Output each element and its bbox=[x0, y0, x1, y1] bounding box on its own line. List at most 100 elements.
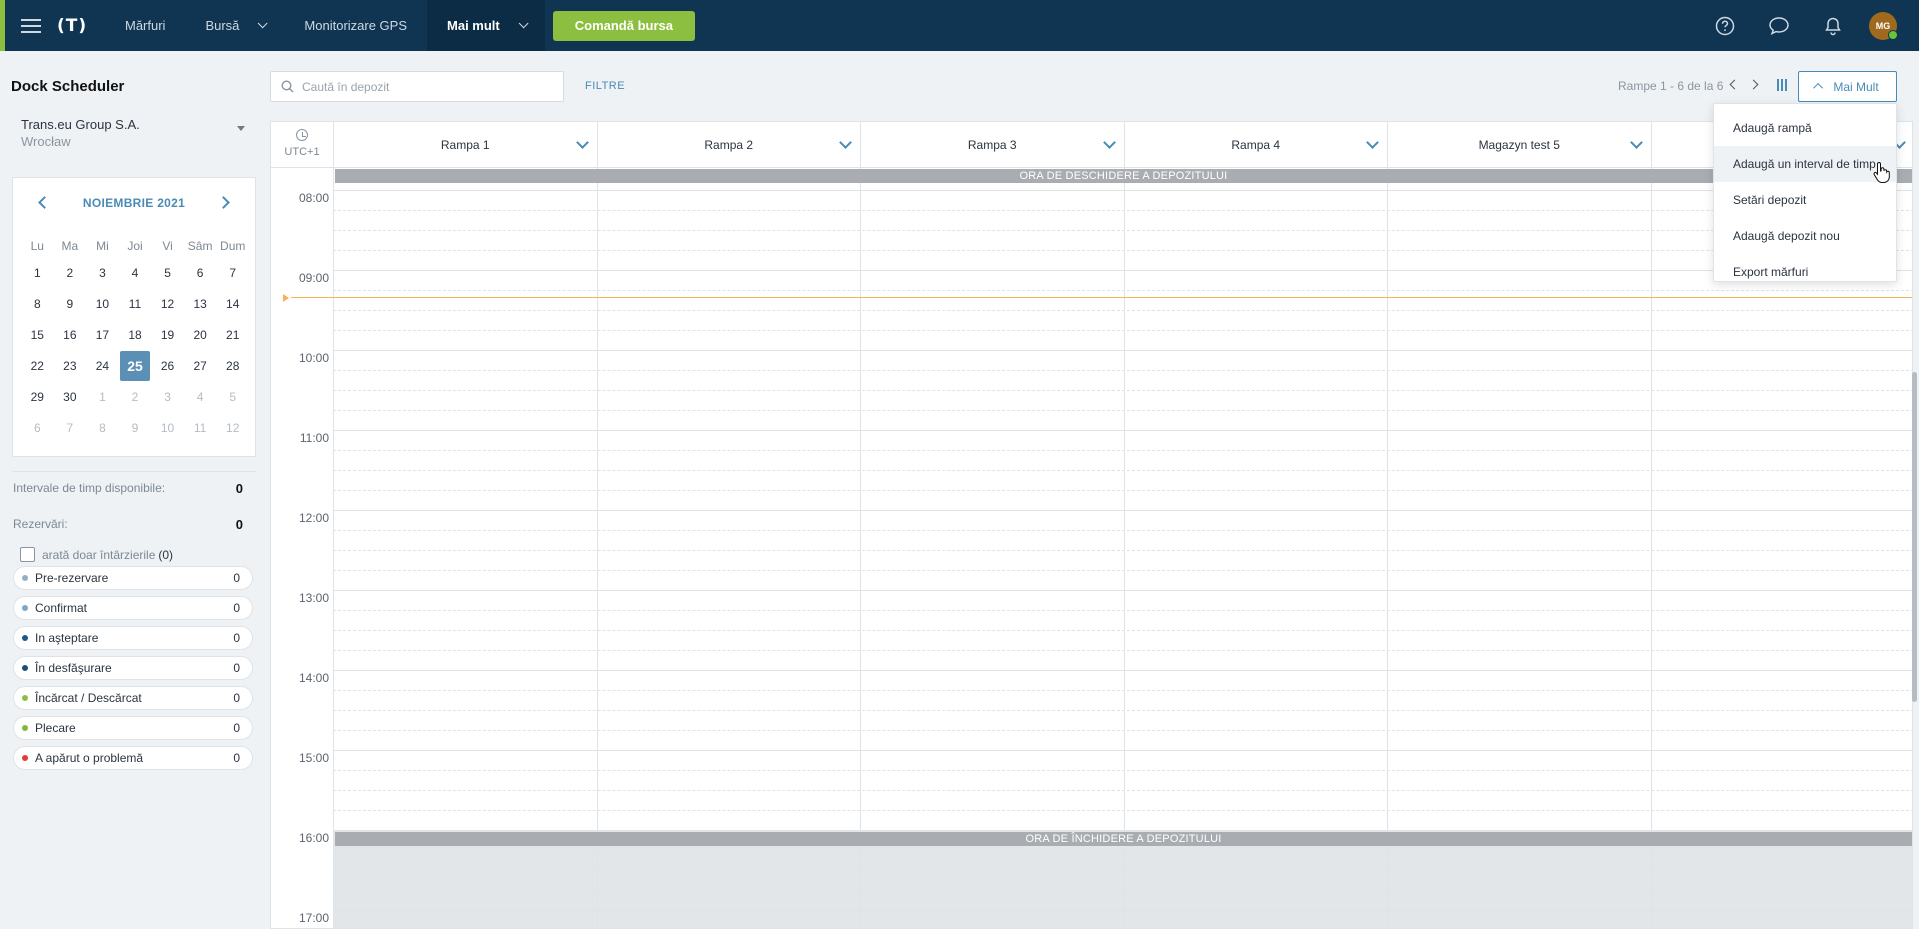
help-icon[interactable] bbox=[1707, 8, 1743, 44]
calendar-day[interactable]: 20 bbox=[184, 320, 217, 351]
calendar-day[interactable]: 8 bbox=[21, 289, 54, 320]
calendar-day[interactable]: 24 bbox=[86, 351, 119, 382]
menu-item-4[interactable]: Adaugă depozit nou bbox=[1714, 218, 1896, 254]
calendar-day[interactable]: 7 bbox=[216, 258, 249, 289]
chevron-down-icon[interactable] bbox=[839, 136, 852, 149]
calendar-day[interactable]: 19 bbox=[151, 320, 184, 351]
calendar-day[interactable]: 10 bbox=[151, 413, 184, 444]
ramp-column-header[interactable]: Rampa 2 bbox=[596, 122, 861, 168]
calendar-day[interactable]: 23 bbox=[54, 351, 87, 382]
vertical-scrollbar[interactable] bbox=[1912, 372, 1917, 702]
calendar-day[interactable]: 27 bbox=[184, 351, 217, 382]
checkbox-label: arată doar întârzierile bbox=[42, 547, 156, 562]
status-dot bbox=[22, 635, 28, 641]
chevron-down-icon[interactable] bbox=[1366, 136, 1379, 149]
bell-icon[interactable] bbox=[1815, 8, 1851, 44]
ramp-column-header[interactable]: Rampa 1 bbox=[333, 122, 597, 168]
chevron-down-icon[interactable] bbox=[1102, 136, 1116, 149]
calendar-day[interactable]: 5 bbox=[151, 258, 184, 289]
status-count: 0 bbox=[233, 751, 240, 765]
hour-label: 12:00 bbox=[298, 511, 329, 525]
ramp-column-header[interactable]: Rampa 3 bbox=[860, 122, 1124, 168]
calendar-day[interactable]: 2 bbox=[119, 382, 152, 413]
calendar-day[interactable]: 8 bbox=[86, 413, 119, 444]
calendar-day[interactable]: 7 bbox=[54, 413, 87, 444]
status-filter-6[interactable]: Plecare 0 bbox=[13, 716, 253, 740]
calendar-day[interactable]: 2 bbox=[54, 258, 87, 289]
day-number: 5 bbox=[164, 266, 171, 280]
day-number: 9 bbox=[131, 421, 139, 435]
calendar-day[interactable]: 1 bbox=[21, 258, 54, 289]
delays-checkbox[interactable] bbox=[20, 547, 35, 562]
calendar-day[interactable]: 29 bbox=[21, 382, 54, 413]
user-avatar[interactable]: MG bbox=[1869, 11, 1898, 40]
calendar-day[interactable]: 11 bbox=[184, 413, 217, 444]
status-filter-3[interactable]: In aşteptare 0 bbox=[13, 626, 253, 650]
calendar-day[interactable]: 11 bbox=[119, 289, 152, 320]
search-input[interactable] bbox=[302, 79, 542, 94]
chevron-left-icon[interactable] bbox=[1729, 79, 1740, 90]
ramp-column-header[interactable]: Rampa 4 bbox=[1123, 122, 1388, 168]
status-filter-7[interactable]: A apărut o problemă 0 bbox=[13, 746, 253, 770]
nav-item-3[interactable]: Monitorizare GPS bbox=[284, 0, 427, 51]
calendar-day[interactable]: 3 bbox=[86, 258, 119, 289]
calendar-day[interactable]: 30 bbox=[54, 382, 87, 413]
filters-link[interactable]: FILTRE bbox=[585, 80, 625, 92]
chevron-down-icon[interactable] bbox=[1629, 136, 1643, 149]
calendar-day[interactable]: 10 bbox=[86, 289, 119, 320]
status-label: Plecare bbox=[35, 721, 76, 735]
brand-logo[interactable]: (T) bbox=[57, 16, 105, 36]
more-button[interactable]: Mai Mult bbox=[1798, 71, 1897, 102]
chevron-right-icon[interactable] bbox=[1748, 79, 1759, 90]
calendar-day[interactable]: 6 bbox=[184, 258, 217, 289]
calendar-day[interactable]: 9 bbox=[54, 289, 87, 320]
status-filter-5[interactable]: Încărcat / Descărcat 0 bbox=[13, 686, 253, 710]
calendar-day[interactable]: 22 bbox=[21, 351, 54, 382]
calendar-day-selected[interactable]: 25 bbox=[119, 351, 152, 382]
chat-icon[interactable] bbox=[1761, 8, 1797, 44]
menu-item-2[interactable]: Adaugă un interval de timp bbox=[1714, 146, 1896, 182]
nav-item-2[interactable]: Bursă bbox=[185, 0, 284, 51]
calendar-day[interactable]: 13 bbox=[184, 289, 217, 320]
calendar-day[interactable]: 12 bbox=[216, 413, 249, 444]
hour-label: 11:00 bbox=[299, 431, 329, 445]
schedule-body[interactable]: 08:00 09:00 10:00 11:00 12:00 13:00 14:00 15:00… bbox=[271, 168, 1912, 928]
calendar-day[interactable]: 15 bbox=[21, 320, 54, 351]
delays-only-toggle[interactable]: arată doar întârzierile (0) bbox=[20, 547, 173, 562]
checkbox-count: (0) bbox=[158, 547, 174, 562]
menu-item-3[interactable]: Setări depozit bbox=[1714, 182, 1896, 218]
nav-item-1[interactable]: Mărfuri bbox=[105, 0, 185, 51]
company-selector[interactable]: Trans.eu Group S.A. Wrocław bbox=[21, 117, 245, 149]
menu-item-1[interactable]: Adaugă rampă bbox=[1714, 110, 1896, 146]
order-exchange-button[interactable]: Comandă bursa bbox=[552, 10, 695, 41]
columns-icon[interactable] bbox=[1777, 79, 1789, 91]
chevron-down-icon[interactable] bbox=[575, 136, 589, 149]
calendar-day[interactable]: 5 bbox=[216, 382, 249, 413]
calendar-day[interactable]: 9 bbox=[119, 413, 152, 444]
warehouse-search[interactable] bbox=[270, 71, 564, 102]
ramp-column-header[interactable]: Magazyn test 5 bbox=[1387, 122, 1651, 168]
calendar-day[interactable]: 21 bbox=[216, 320, 249, 351]
nav-item-4[interactable]: Mai mult bbox=[427, 0, 545, 51]
status-filter-1[interactable]: Pre-rezervare 0 bbox=[13, 566, 253, 590]
top-icons: MG bbox=[1707, 8, 1919, 44]
calendar-day[interactable]: 16 bbox=[54, 320, 87, 351]
status-filter-2[interactable]: Confirmat 0 bbox=[13, 596, 253, 620]
calendar-day[interactable]: 14 bbox=[216, 289, 249, 320]
calendar-day[interactable]: 18 bbox=[119, 320, 152, 351]
status-filter-4[interactable]: În desfăşurare 0 bbox=[13, 656, 253, 680]
hour-label: 10:00 bbox=[298, 351, 329, 365]
menu-item-5[interactable]: Export mărfuri bbox=[1714, 254, 1896, 290]
nav-item-label: Monitorizare GPS bbox=[304, 18, 408, 33]
calendar-day[interactable]: 28 bbox=[216, 351, 249, 382]
calendar-day[interactable]: 4 bbox=[184, 382, 217, 413]
calendar-day[interactable]: 26 bbox=[151, 351, 184, 382]
hour-label: 13:00 bbox=[298, 591, 329, 605]
calendar-day[interactable]: 6 bbox=[21, 413, 54, 444]
menu-icon[interactable] bbox=[5, 0, 57, 51]
calendar-day[interactable]: 4 bbox=[119, 258, 152, 289]
calendar-day[interactable]: 12 bbox=[151, 289, 184, 320]
calendar-day[interactable]: 1 bbox=[86, 382, 119, 413]
calendar-day[interactable]: 17 bbox=[86, 320, 119, 351]
calendar-day[interactable]: 3 bbox=[151, 382, 184, 413]
